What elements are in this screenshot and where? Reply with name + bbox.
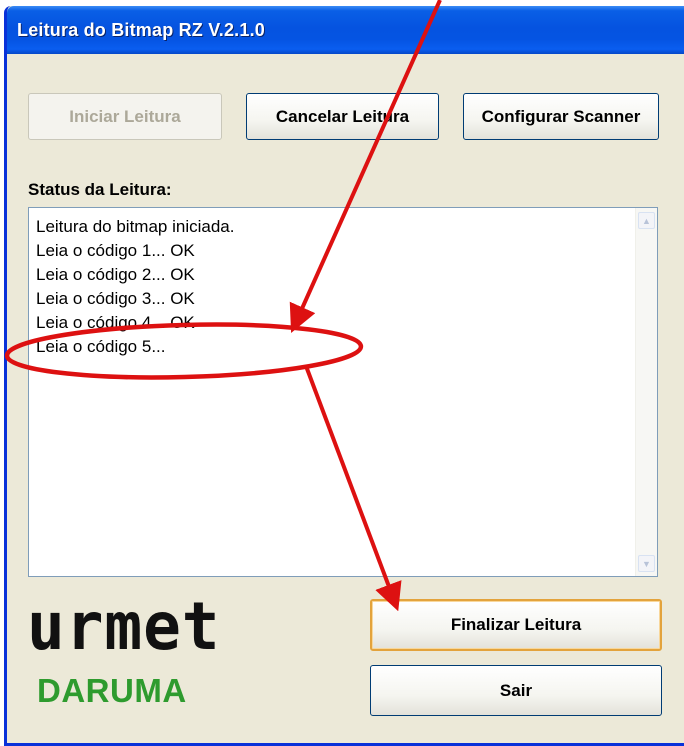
status-lines: Leitura do bitmap iniciada. Leia o códig… bbox=[36, 215, 234, 359]
scroll-down-arrow-icon[interactable]: ▼ bbox=[638, 555, 655, 572]
title-bar[interactable]: Leitura do Bitmap RZ V.2.1.0 bbox=[7, 6, 684, 54]
status-line: Leia o código 5... bbox=[36, 337, 166, 356]
scroll-up-arrow-icon[interactable]: ▲ bbox=[638, 212, 655, 229]
configure-scanner-button[interactable]: Configurar Scanner bbox=[463, 93, 659, 140]
status-line: Leia o código 2... OK bbox=[36, 265, 195, 284]
cancel-reading-button[interactable]: Cancelar Leitura bbox=[246, 93, 439, 140]
window-title: Leitura do Bitmap RZ V.2.1.0 bbox=[17, 20, 265, 40]
status-line: Leia o código 3... OK bbox=[36, 289, 195, 308]
status-line: Leia o código 1... OK bbox=[36, 241, 195, 260]
daruma-logo: DARUMA bbox=[37, 672, 187, 709]
status-listbox[interactable]: Leitura do bitmap iniciada. Leia o códig… bbox=[28, 207, 658, 577]
exit-button[interactable]: Sair bbox=[370, 665, 662, 716]
status-line: Leia o código 4... OK bbox=[36, 313, 195, 332]
status-heading: Status da Leitura: bbox=[28, 180, 172, 199]
urmet-logo: urmet bbox=[27, 588, 221, 665]
status-line: Leitura do bitmap iniciada. bbox=[36, 217, 235, 236]
finish-reading-button[interactable]: Finalizar Leitura bbox=[370, 599, 662, 651]
start-reading-button[interactable]: Iniciar Leitura bbox=[28, 93, 222, 140]
vertical-scrollbar[interactable]: ▲ ▼ bbox=[635, 208, 657, 576]
